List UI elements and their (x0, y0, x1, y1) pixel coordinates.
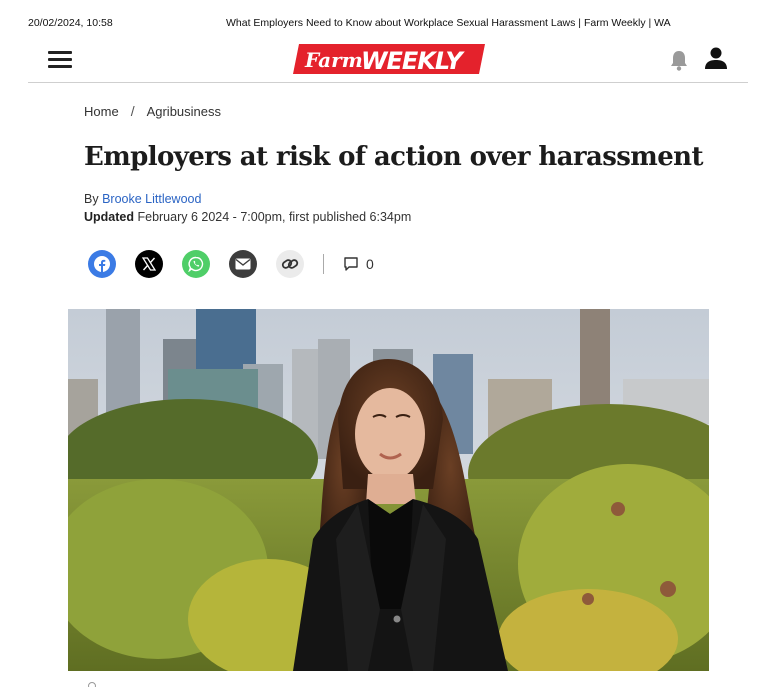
logo-weekly-text: WEEKLY (361, 47, 465, 75)
email-share-button[interactable] (229, 250, 257, 278)
link-icon (281, 259, 299, 269)
facebook-share-button[interactable] (88, 250, 116, 278)
breadcrumb-agribusiness[interactable]: Agribusiness (147, 104, 221, 119)
updated-timestamp: Updated February 6 2024 - 7:00pm, first … (84, 210, 411, 224)
x-icon (142, 257, 156, 271)
bell-icon[interactable] (669, 49, 689, 71)
byline: By Brooke Littlewood (84, 192, 201, 206)
copy-link-button[interactable] (276, 250, 304, 278)
logo-farm-text: Farm (304, 48, 363, 72)
hero-image (68, 309, 709, 671)
x-share-button[interactable] (135, 250, 163, 278)
share-bar: 0 (88, 250, 374, 278)
masthead: Farm WEEKLY (28, 40, 748, 83)
caption-marker (88, 682, 96, 687)
print-datetime: 20/02/2024, 10:58 (28, 17, 113, 29)
breadcrumb-separator: / (130, 103, 135, 119)
breadcrumb: Home / Agribusiness (84, 103, 221, 119)
updated-label: Updated (84, 210, 134, 224)
envelope-icon (235, 258, 251, 270)
article-headline: Employers at risk of action over harassm… (84, 142, 703, 172)
print-page-title: What Employers Need to Know about Workpl… (226, 17, 671, 29)
comment-icon (344, 257, 358, 271)
print-header: 20/02/2024, 10:58 What Employers Need to… (0, 0, 775, 44)
share-divider (323, 254, 324, 274)
photo-of-woman-in-black-blazer-with-city-skyline (68, 309, 709, 671)
breadcrumb-home[interactable]: Home (84, 104, 119, 119)
hamburger-menu-icon[interactable] (48, 49, 74, 69)
whatsapp-icon (188, 256, 204, 272)
updated-text: February 6 2024 - 7:00pm, first publishe… (137, 210, 412, 224)
farm-weekly-logo[interactable]: Farm WEEKLY (293, 43, 485, 75)
whatsapp-share-button[interactable] (182, 250, 210, 278)
byline-prefix: By (84, 192, 99, 206)
author-link[interactable]: Brooke Littlewood (102, 192, 201, 206)
comment-count: 0 (366, 256, 374, 272)
user-icon[interactable] (704, 46, 728, 72)
comments-button[interactable]: 0 (343, 256, 374, 272)
facebook-icon (94, 256, 110, 272)
